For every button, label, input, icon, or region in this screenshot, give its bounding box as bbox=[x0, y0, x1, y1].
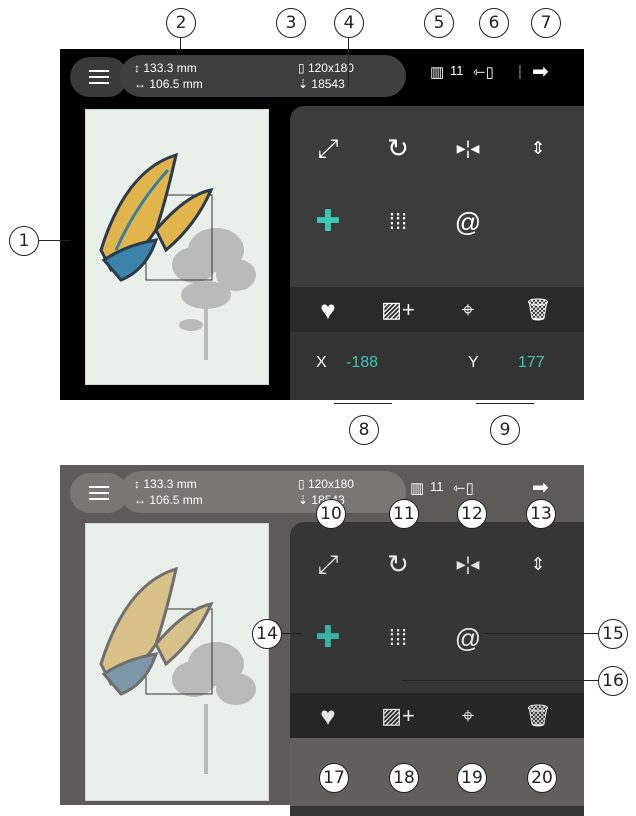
design-info-pill: ↕ 133.3 mm ↔ 106.5 mm ▯ 120x180 ⇣ 18543 bbox=[120, 55, 406, 97]
callout-2: 2 bbox=[166, 8, 196, 38]
y-label: Y bbox=[468, 354, 479, 371]
divider: | bbox=[518, 63, 522, 80]
callout-16: 16 bbox=[598, 666, 628, 696]
callout-8: 8 bbox=[349, 415, 379, 445]
design-height: 133.3 mm bbox=[143, 61, 197, 75]
favorite-add-icon[interactable]: ♥ bbox=[308, 290, 348, 330]
mirror-vertical-icon[interactable]: ⇕ bbox=[518, 544, 558, 584]
callout-10: 10 bbox=[316, 499, 346, 529]
mirror-vertical-icon[interactable]: ⇕ bbox=[518, 128, 558, 168]
favorite-add-icon[interactable]: ♥ bbox=[308, 696, 348, 736]
callout-4: 4 bbox=[334, 8, 364, 38]
callout-15: 15 bbox=[598, 619, 628, 649]
rotate-icon[interactable]: ↻ bbox=[378, 544, 418, 584]
delete-icon[interactable]: 🗑 bbox=[518, 696, 558, 736]
rotate-icon[interactable]: ↻ bbox=[378, 128, 418, 168]
add-design-icon[interactable]: ▨+ bbox=[378, 696, 418, 736]
pin-icon[interactable]: ⌖ bbox=[448, 290, 488, 330]
thread-spool-icon[interactable]: ▥ bbox=[410, 479, 424, 497]
callout-11: 11 bbox=[389, 499, 419, 529]
callout-9: 9 bbox=[490, 415, 520, 445]
pin-icon[interactable]: ⌖ bbox=[448, 696, 488, 736]
callout-20: 20 bbox=[527, 763, 557, 793]
flower-silhouette bbox=[172, 228, 256, 360]
callout-7: 7 bbox=[531, 8, 561, 38]
coordinate-row: X -188 Y 177 bbox=[290, 332, 584, 400]
callout-13: 13 bbox=[526, 499, 556, 529]
resize-icon[interactable]: ⤢ bbox=[308, 544, 348, 584]
width-icon: ↔ bbox=[134, 493, 150, 507]
hoop-position-icon[interactable]: ⇽▯ bbox=[473, 63, 494, 81]
lettering-icon[interactable]: @ bbox=[448, 618, 488, 658]
design-info-pill: ↕ 133.3 mm ↔ 106.5 mm ▯ 120x180 ⇣ 18543 bbox=[120, 471, 406, 513]
callout-14: 14 bbox=[252, 619, 282, 649]
design-width: 106.5 mm bbox=[149, 77, 203, 91]
resize-icon[interactable]: ⤢ bbox=[308, 128, 348, 168]
stitch-icon: ⇣ bbox=[298, 493, 312, 507]
callout-5: 5 bbox=[424, 8, 454, 38]
callout-17: 17 bbox=[319, 763, 349, 793]
thread-count: 11 bbox=[450, 63, 464, 78]
callout-12: 12 bbox=[457, 499, 487, 529]
delete-icon[interactable]: 🗑 bbox=[518, 290, 558, 330]
bottom-toolbar: ♥ ▨+ ⌖ 🗑 bbox=[290, 693, 584, 738]
mirror-horizontal-icon[interactable]: ▸¦◂ bbox=[448, 128, 488, 168]
lettering-icon[interactable]: @ bbox=[448, 202, 488, 242]
hoop-position-icon[interactable]: ⇽▯ bbox=[453, 479, 474, 497]
design-height: 133.3 mm bbox=[143, 477, 197, 491]
move-icon[interactable]: ✚ bbox=[308, 618, 348, 658]
design-preview[interactable] bbox=[85, 523, 269, 801]
height-icon: ↕ bbox=[134, 61, 144, 75]
callout-3: 3 bbox=[276, 8, 306, 38]
align-grid-icon[interactable]: ⁞⁞⁞ bbox=[378, 618, 418, 658]
align-grid-icon[interactable]: ⁞⁞⁞ bbox=[378, 202, 418, 242]
callout-19: 19 bbox=[457, 763, 487, 793]
x-label: X bbox=[316, 354, 327, 371]
design-preview[interactable] bbox=[85, 109, 269, 385]
hoop-icon: ▯ bbox=[298, 61, 308, 75]
thread-count: 11 bbox=[430, 479, 444, 494]
thread-spool-icon[interactable]: ▥ bbox=[430, 63, 444, 81]
next-arrow-icon[interactable]: ➡ bbox=[532, 59, 549, 84]
bottom-toolbar: ♥ ▨+ ⌖ 🗑 bbox=[290, 287, 584, 332]
mirror-horizontal-icon[interactable]: ▸¦◂ bbox=[448, 544, 488, 584]
design-width: 106.5 mm bbox=[149, 493, 203, 507]
callout-6: 6 bbox=[479, 8, 509, 38]
hoop-size: 120x180 bbox=[307, 477, 354, 491]
stitch-count: 18543 bbox=[311, 77, 345, 91]
width-icon: ↔ bbox=[134, 77, 150, 91]
move-icon[interactable]: ✚ bbox=[308, 202, 348, 242]
y-value[interactable]: 177 bbox=[518, 354, 545, 372]
hoop-icon: ▯ bbox=[298, 477, 308, 491]
callout-1: 1 bbox=[9, 226, 39, 256]
height-icon: ↕ bbox=[134, 477, 144, 491]
next-arrow-icon[interactable]: ➡ bbox=[532, 475, 549, 500]
stitch-icon: ⇣ bbox=[298, 77, 312, 91]
x-value[interactable]: -188 bbox=[346, 354, 378, 372]
callout-18: 18 bbox=[389, 763, 419, 793]
screen-top: ↕ 133.3 mm ↔ 106.5 mm ▯ 120x180 ⇣ 18543 … bbox=[60, 49, 584, 400]
add-design-icon[interactable]: ▨+ bbox=[378, 290, 418, 330]
